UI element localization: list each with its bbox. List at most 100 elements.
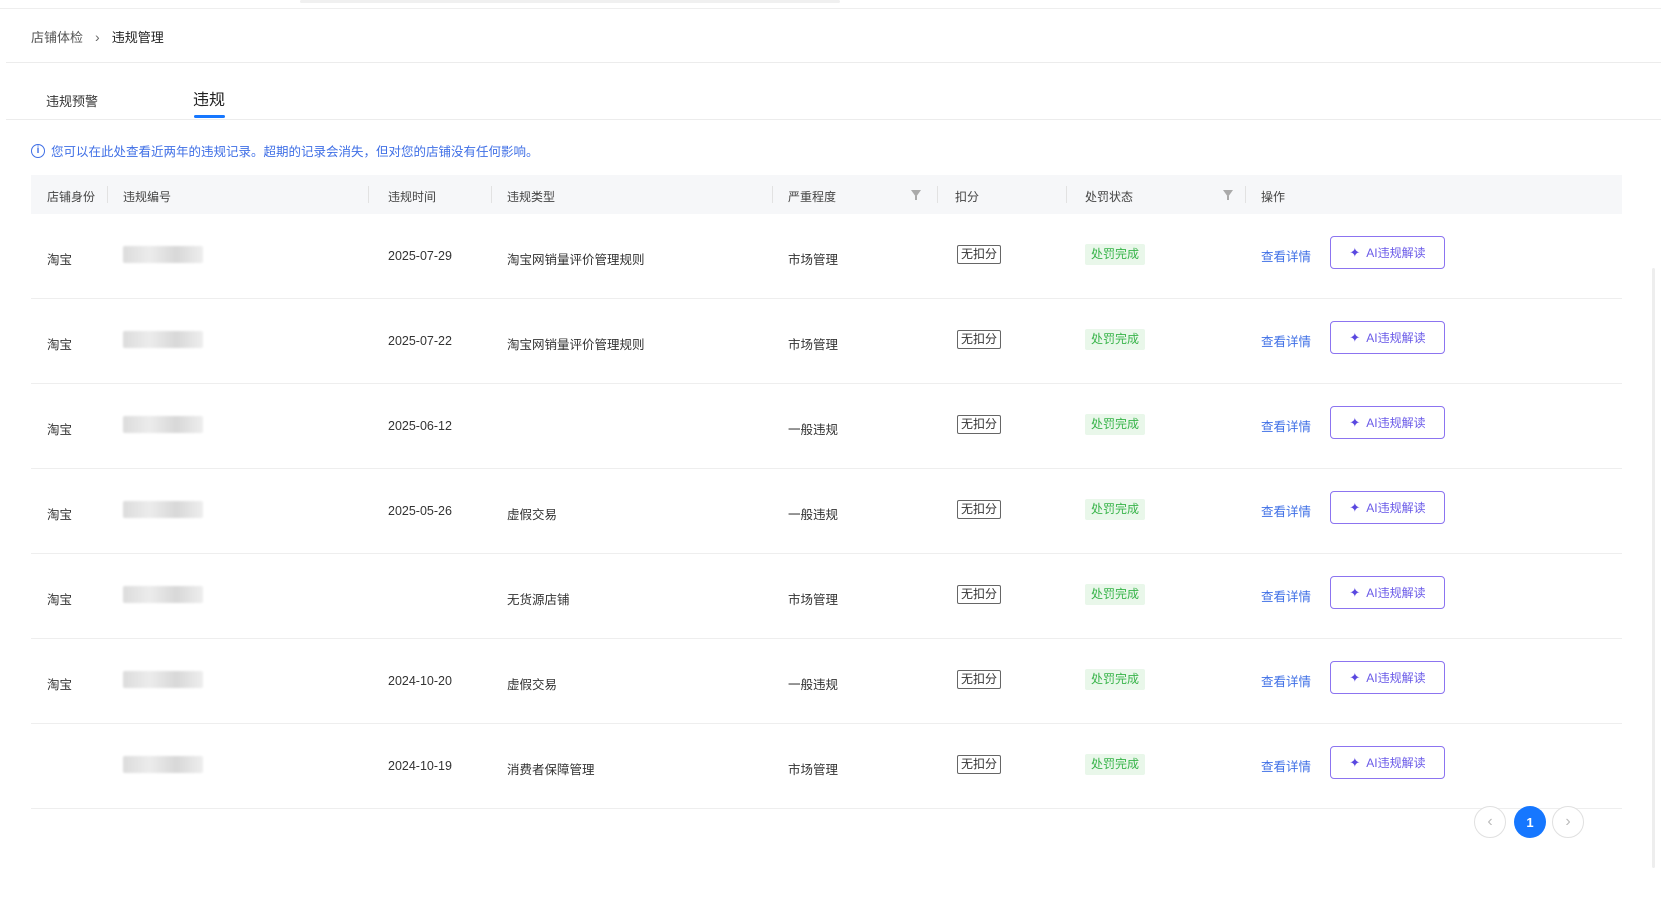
type-cell: 虚假交易: [507, 678, 558, 692]
header-action: 操作: [1261, 190, 1286, 204]
status-filter-icon[interactable]: [1223, 190, 1233, 200]
type-cell: 无货源店铺: [507, 593, 570, 607]
header-type: 违规类型: [507, 190, 556, 204]
shop-cell: 淘宝: [47, 253, 73, 267]
ai-interpret-button[interactable]: ✦ AI违规解读: [1330, 321, 1445, 354]
status-badge: 处罚完成: [1085, 244, 1146, 265]
sparkle-icon: ✦: [1349, 754, 1361, 770]
violation-id-redacted: [123, 246, 203, 263]
shop-cell: 淘宝: [47, 338, 73, 352]
table-row: 淘宝 2025-05-26 虚假交易 一般违规 无扣分 处罚完成 查看详情 ✦ …: [31, 469, 1622, 554]
tab-label: 违规: [193, 92, 226, 109]
sparkle-icon: ✦: [1349, 244, 1361, 260]
violation-id-redacted: [123, 331, 203, 348]
ai-interpret-button[interactable]: ✦ AI违规解读: [1330, 576, 1445, 609]
ai-interpret-button[interactable]: ✦ AI违规解读: [1330, 746, 1445, 779]
time-cell: 2025-06-12: [388, 419, 452, 433]
table-header: 店铺身份 违规编号 违规时间 违规类型 严重程度 扣分 处罚状态 操作: [31, 175, 1622, 214]
status-badge: 处罚完成: [1085, 499, 1146, 520]
view-details-link[interactable]: 查看详情: [1261, 246, 1311, 265]
score-badge: 无扣分: [957, 330, 1002, 349]
score-badge: 无扣分: [957, 670, 1002, 689]
severity-cell: 一般违规: [788, 678, 839, 692]
status-badge: 处罚完成: [1085, 329, 1146, 350]
header-severity: 严重程度: [788, 190, 837, 204]
violation-table: 店铺身份 违规编号 违规时间 违规类型 严重程度 扣分 处罚状态 操作 淘宝 2…: [31, 175, 1622, 809]
info-icon: i: [31, 143, 45, 158]
header-separator: [107, 186, 108, 203]
top-divider: [0, 8, 1661, 9]
ai-button-label: AI违规解读: [1366, 671, 1426, 685]
table-row: 淘宝 2025-06-12 一般违规 无扣分 处罚完成 查看详情 ✦ AI违规解…: [31, 384, 1622, 469]
shop-cell: 淘宝: [47, 423, 73, 437]
header-separator: [368, 186, 369, 203]
severity-cell: 市场管理: [788, 763, 839, 777]
severity-cell: 一般违规: [788, 423, 839, 437]
view-details-link[interactable]: 查看详情: [1261, 586, 1311, 605]
view-details-link[interactable]: 查看详情: [1261, 416, 1311, 435]
header-separator: [772, 186, 773, 203]
prev-page-button[interactable]: ‹: [1474, 806, 1506, 838]
vertical-scrollbar[interactable]: [1652, 268, 1655, 868]
severity-cell: 市场管理: [788, 593, 839, 607]
breadcrumb-parent-link[interactable]: 店铺体检: [31, 27, 83, 46]
breadcrumb: 店铺体检 › 违规管理: [31, 27, 164, 46]
table-row: 淘宝 无货源店铺 市场管理 无扣分 处罚完成 查看详情 ✦ AI违规解读: [31, 554, 1622, 639]
header-separator: [491, 186, 492, 203]
shop-cell: 淘宝: [47, 593, 73, 607]
view-details-link[interactable]: 查看详情: [1261, 671, 1311, 690]
score-badge: 无扣分: [957, 245, 1002, 264]
ai-interpret-button[interactable]: ✦ AI违规解读: [1330, 491, 1445, 524]
score-badge: 无扣分: [957, 415, 1002, 434]
type-cell: 淘宝网销量评价管理规则: [507, 338, 645, 352]
time-cell: 2025-07-22: [388, 334, 452, 348]
shop-cell: 淘宝: [47, 678, 73, 692]
time-cell: 2024-10-19: [388, 759, 452, 773]
shop-cell: 淘宝: [47, 508, 73, 522]
header-score: 扣分: [955, 190, 980, 204]
top-scroll-indicator: [300, 0, 840, 3]
table-row: 淘宝 2024-10-20 虚假交易 一般违规 无扣分 处罚完成 查看详情 ✦ …: [31, 639, 1622, 724]
violation-id-redacted: [123, 671, 203, 688]
header-id: 违规编号: [123, 190, 172, 204]
ai-interpret-button[interactable]: ✦ AI违规解读: [1330, 661, 1445, 694]
breadcrumb-current: 违规管理: [111, 30, 164, 45]
violation-management-page: 店铺体检 › 违规管理 违规预警 违规 i 您可以在此处查看近两年的违规记录。超…: [0, 0, 1661, 917]
sparkle-icon: ✦: [1349, 414, 1361, 430]
ai-button-label: AI违规解读: [1366, 331, 1426, 345]
ai-button-label: AI违规解读: [1366, 246, 1426, 260]
violation-id-redacted: [123, 501, 203, 518]
status-badge: 处罚完成: [1085, 669, 1146, 690]
score-badge: 无扣分: [957, 500, 1002, 519]
header-shop: 店铺身份: [47, 190, 96, 204]
view-details-link[interactable]: 查看详情: [1261, 501, 1311, 520]
status-badge: 处罚完成: [1085, 414, 1146, 435]
header-separator: [937, 186, 938, 203]
tab-violation-warning[interactable]: 违规预警: [46, 91, 98, 127]
info-notice: i 您可以在此处查看近两年的违规记录。超期的记录会消失，但对您的店铺没有任何影响…: [31, 141, 539, 160]
view-details-link[interactable]: 查看详情: [1261, 756, 1311, 775]
severity-filter-icon[interactable]: [911, 190, 921, 200]
sparkle-icon: ✦: [1349, 499, 1361, 515]
table-row: 2024-10-19 消费者保障管理 市场管理 无扣分 处罚完成 查看详情 ✦ …: [31, 724, 1622, 809]
ai-interpret-button[interactable]: ✦ AI违规解读: [1330, 236, 1445, 269]
severity-cell: 市场管理: [788, 253, 839, 267]
type-cell: 淘宝网销量评价管理规则: [507, 253, 645, 267]
view-details-link[interactable]: 查看详情: [1261, 331, 1311, 350]
time-cell: 2025-07-29: [388, 249, 452, 263]
table-body: 淘宝 2025-07-29 淘宝网销量评价管理规则 市场管理 无扣分 处罚完成 …: [31, 214, 1622, 809]
ai-interpret-button[interactable]: ✦ AI违规解读: [1330, 406, 1445, 439]
type-cell: 虚假交易: [507, 508, 558, 522]
tab-bar-divider: [6, 119, 1661, 120]
header-separator: [1245, 186, 1246, 203]
active-tab-indicator: [194, 115, 225, 118]
next-page-button[interactable]: ›: [1552, 806, 1584, 838]
tab-violation[interactable]: 违规: [193, 86, 225, 122]
score-badge: 无扣分: [957, 755, 1002, 774]
table-row: 淘宝 2025-07-22 淘宝网销量评价管理规则 市场管理 无扣分 处罚完成 …: [31, 299, 1622, 384]
ai-button-label: AI违规解读: [1366, 416, 1426, 430]
sparkle-icon: ✦: [1349, 669, 1361, 685]
breadcrumb-divider: [6, 62, 1661, 63]
sparkle-icon: ✦: [1349, 329, 1361, 345]
page-1-button[interactable]: 1: [1514, 806, 1546, 838]
